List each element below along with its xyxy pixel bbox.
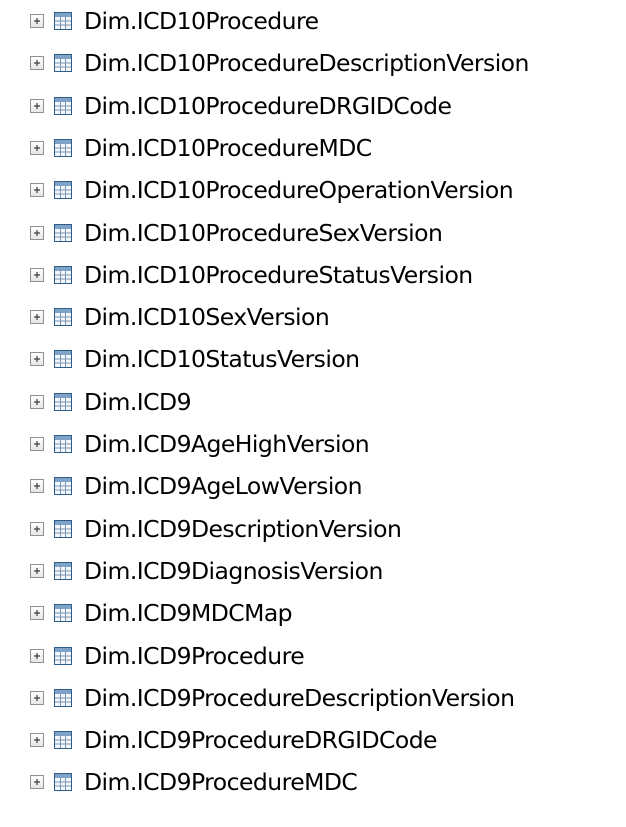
expand-plus-icon[interactable]	[30, 267, 44, 282]
expand-plus-icon[interactable]	[30, 775, 44, 790]
expand-plus-icon[interactable]	[30, 606, 44, 621]
expand-plus-icon[interactable]	[30, 352, 44, 367]
table-icon	[53, 730, 73, 750]
table-label[interactable]: Dim.ICD9ProcedureDRGIDCode	[84, 724, 438, 756]
expand-plus-icon[interactable]	[30, 140, 44, 155]
table-label[interactable]: Dim.ICD10Procedure	[84, 5, 319, 37]
tree-node-table[interactable]: Dim.ICD9DescriptionVersion	[0, 508, 626, 550]
table-icon	[53, 96, 73, 116]
tree-node-table[interactable]: Dim.ICD10ProcedureSexVersion	[0, 212, 626, 254]
tree-node-table[interactable]: Dim.ICD9ProcedureDRGIDCode	[0, 719, 626, 761]
expand-plus-icon[interactable]	[30, 437, 44, 451]
table-icon	[53, 223, 73, 243]
object-explorer-tree: Dim.ICD10Procedure Dim.ICD10ProcedureDes…	[0, 0, 626, 827]
table-icon	[53, 476, 73, 496]
table-icon	[53, 138, 73, 158]
tree-node-table[interactable]: Dim.ICD9ProcedureDescriptionVersion	[0, 677, 626, 719]
table-icon	[53, 53, 73, 73]
expand-plus-icon[interactable]	[30, 14, 44, 28]
tree-node-table[interactable]: Dim.ICD10ProcedureOperationVersion	[0, 169, 626, 211]
expand-plus-icon[interactable]	[30, 563, 44, 578]
tree-node-table[interactable]: Dim.ICD10SexVersion	[0, 296, 626, 338]
table-label[interactable]: Dim.ICD10ProcedureOperationVersion	[84, 174, 514, 206]
table-label[interactable]: Dim.ICD10ProcedureStatusVersion	[84, 259, 473, 291]
table-label[interactable]: Dim.ICD10ProcedureSexVersion	[84, 217, 443, 249]
tree-node-table[interactable]: Dim.ICD9Procedure	[0, 635, 626, 677]
expand-plus-icon[interactable]	[30, 183, 44, 198]
tree-node-table[interactable]: Dim.ICD10ProcedureDescriptionVersion	[0, 42, 626, 84]
table-label[interactable]: Dim.ICD9MDCMap	[84, 597, 293, 629]
expand-plus-icon[interactable]	[30, 479, 44, 494]
expand-plus-icon[interactable]	[30, 733, 44, 748]
table-icon	[53, 772, 73, 792]
table-icon	[53, 265, 73, 285]
tree-node-table[interactable]: Dim.ICD10ProcedureStatusVersion	[0, 254, 626, 296]
table-icon	[53, 519, 73, 539]
table-label[interactable]: Dim.ICD9Procedure	[84, 640, 305, 672]
expand-plus-icon[interactable]	[30, 394, 44, 409]
expand-plus-icon[interactable]	[30, 521, 44, 536]
table-label[interactable]: Dim.ICD10StatusVersion	[84, 343, 360, 375]
table-icon	[53, 603, 73, 623]
table-label[interactable]: Dim.ICD9AgeLowVersion	[84, 470, 363, 502]
tree-node-table[interactable]: Dim.ICD10StatusVersion	[0, 338, 626, 380]
table-label[interactable]: Dim.ICD10ProcedureMDC	[84, 132, 372, 164]
expand-plus-icon[interactable]	[30, 648, 44, 663]
table-label[interactable]: Dim.ICD9DiagnosisVersion	[84, 555, 383, 587]
table-label[interactable]: Dim.ICD10ProcedureDescriptionVersion	[84, 47, 529, 79]
tree-node-table[interactable]: Dim.ICD10Procedure	[0, 0, 626, 42]
expand-plus-icon[interactable]	[30, 56, 44, 71]
expand-plus-icon[interactable]	[30, 690, 44, 705]
table-icon	[53, 561, 73, 581]
expand-plus-icon[interactable]	[30, 225, 44, 240]
table-icon	[53, 180, 73, 200]
expand-plus-icon[interactable]	[30, 98, 44, 113]
table-icon	[53, 688, 73, 708]
tree-node-table[interactable]: Dim.ICD9	[0, 381, 626, 423]
table-icon	[53, 307, 73, 327]
table-icon	[53, 646, 73, 666]
table-icon	[53, 392, 73, 412]
table-label[interactable]: Dim.ICD9DescriptionVersion	[84, 513, 402, 545]
tree-node-table[interactable]: Dim.ICD9MDCMap	[0, 592, 626, 634]
tree-node-table[interactable]: Dim.ICD9AgeLowVersion	[0, 465, 626, 507]
expand-plus-icon[interactable]	[30, 310, 44, 325]
table-label[interactable]: Dim.ICD9	[84, 386, 192, 418]
tree-node-table[interactable]: Dim.ICD9DiagnosisVersion	[0, 550, 626, 592]
table-label[interactable]: Dim.ICD9ProcedureMDC	[84, 766, 358, 798]
tree-node-table[interactable]: Dim.ICD10ProcedureMDC	[0, 127, 626, 169]
tree-node-table[interactable]: Dim.ICD10ProcedureDRGIDCode	[0, 85, 626, 127]
table-icon	[53, 11, 73, 31]
table-label[interactable]: Dim.ICD10SexVersion	[84, 301, 330, 333]
table-icon	[53, 349, 73, 369]
table-label[interactable]: Dim.ICD9ProcedureDescriptionVersion	[84, 682, 515, 714]
table-label[interactable]: Dim.ICD9AgeHighVersion	[84, 428, 370, 460]
tree-node-table[interactable]: Dim.ICD9ProcedureMDC	[0, 761, 626, 803]
table-icon	[53, 434, 73, 454]
table-label[interactable]: Dim.ICD10ProcedureDRGIDCode	[84, 90, 452, 122]
tree-node-table[interactable]: Dim.ICD9AgeHighVersion	[0, 423, 626, 465]
